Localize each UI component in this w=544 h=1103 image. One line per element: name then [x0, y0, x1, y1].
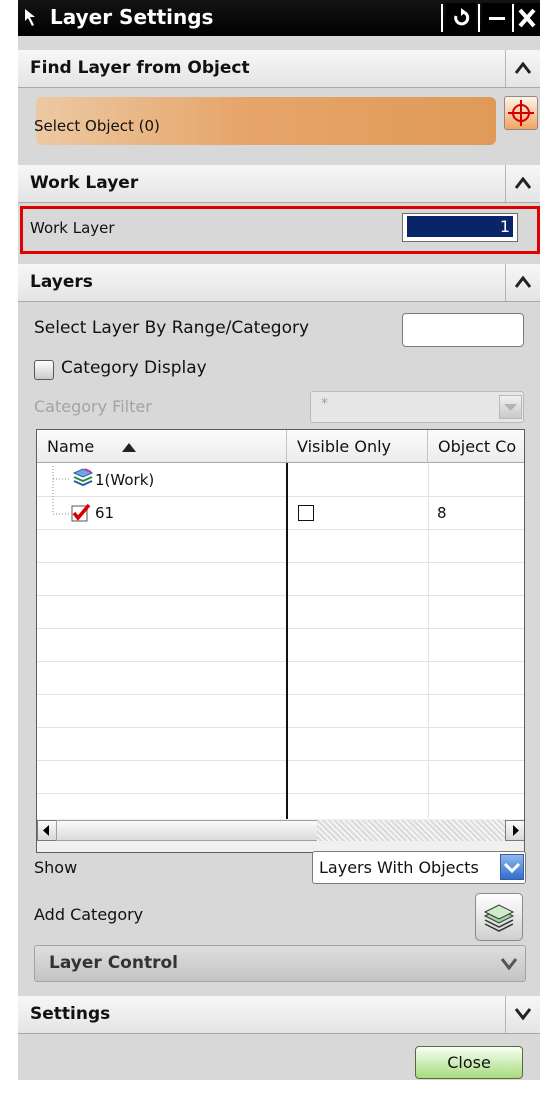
column-header-object-count[interactable]: Object Co: [428, 430, 524, 463]
horizontal-scrollbar[interactable]: [37, 819, 524, 852]
title-bar[interactable]: Layer Settings: [18, 0, 540, 36]
close-button[interactable]: Close: [415, 1046, 523, 1079]
section-title: Work Layer: [30, 173, 139, 193]
select-by-range-input[interactable]: [402, 313, 524, 347]
subsection-title: Layer Control: [49, 953, 178, 973]
scroll-left-button[interactable]: [37, 820, 57, 841]
window-title: Layer Settings: [50, 5, 214, 29]
layers-grid[interactable]: Name Visible Only Object Co 1(Work) 61 8: [36, 429, 525, 853]
section-title: Find Layer from Object: [30, 58, 250, 78]
crosshair-icon: [508, 100, 534, 126]
row-gridline: [37, 595, 524, 596]
table-row[interactable]: 61 8: [37, 496, 524, 529]
section-find-layer[interactable]: Find Layer from Object: [18, 50, 540, 88]
layer-stack-icon: [483, 904, 515, 932]
row-gridline: [37, 562, 524, 563]
row-gridline: [37, 793, 524, 794]
show-value: Layers With Objects: [319, 858, 479, 877]
row-gridline: [37, 694, 524, 695]
arrow-left-icon: [43, 825, 49, 836]
select-by-range-label: Select Layer By Range/Category: [34, 318, 310, 338]
section-settings[interactable]: Settings: [18, 996, 540, 1034]
work-layer-label: Work Layer: [30, 219, 115, 237]
row-gridline: [37, 628, 524, 629]
title-separator: [478, 4, 480, 32]
section-layers[interactable]: Layers: [18, 264, 540, 302]
column-header-visible-only[interactable]: Visible Only: [287, 430, 428, 463]
table-row[interactable]: 1(Work): [37, 463, 524, 496]
expand-toggle[interactable]: [505, 996, 540, 1033]
reset-icon: [454, 8, 470, 26]
column-divider: [286, 463, 288, 819]
show-dropdown-button[interactable]: [500, 854, 524, 880]
chevron-down-icon: [503, 862, 521, 874]
chevron-up-icon: [515, 62, 531, 74]
layer-name: 1(Work): [95, 471, 155, 489]
chevron-up-icon: [515, 276, 531, 288]
checked-checkbox-icon[interactable]: [71, 503, 91, 523]
layer-settings-dialog: Layer Settings Find Layer from Object Se…: [18, 0, 540, 1080]
layer-name: 61: [95, 504, 115, 522]
object-count: 8: [437, 504, 447, 522]
collapse-toggle[interactable]: [505, 264, 540, 301]
cursor-arrow-icon: [25, 9, 35, 26]
minimize-button[interactable]: [482, 3, 512, 33]
row-gridline: [37, 727, 524, 728]
scroll-track[interactable]: [317, 820, 505, 841]
section-title: Layers: [30, 272, 93, 292]
close-window-button[interactable]: [514, 3, 540, 33]
visible-only-checkbox[interactable]: [298, 505, 314, 521]
collapse-toggle[interactable]: [505, 50, 540, 87]
col-gridline: [428, 496, 429, 819]
category-display-label: Category Display: [61, 358, 207, 378]
section-title: Settings: [30, 1004, 111, 1024]
arrow-right-icon: [513, 825, 519, 836]
row-gridline: [37, 529, 524, 530]
scroll-right-button[interactable]: [505, 820, 524, 841]
add-category-label: Add Category: [34, 905, 144, 924]
collapse-toggle[interactable]: [505, 165, 540, 202]
category-filter-combo: *: [310, 391, 524, 423]
subsection-layer-control[interactable]: Layer Control: [34, 945, 526, 982]
work-layer-value[interactable]: 1: [407, 216, 513, 237]
select-object-button[interactable]: [504, 96, 538, 130]
category-filter-label: Category Filter: [34, 397, 152, 416]
chevron-up-icon: [515, 177, 531, 189]
show-label: Show: [34, 858, 78, 877]
row-gridline: [37, 661, 524, 662]
reset-button[interactable]: [446, 3, 476, 33]
close-icon: [518, 8, 536, 28]
chevron-down-icon[interactable]: [501, 958, 517, 970]
work-layer-icon: [73, 468, 93, 487]
minimize-icon: [489, 17, 505, 20]
chevron-down-icon: [504, 404, 517, 411]
title-separator: [441, 4, 443, 32]
row-gridline: [37, 760, 524, 761]
column-header-label: Name: [47, 437, 95, 456]
sort-ascending-icon: [122, 443, 136, 452]
select-object-label: Select Object (0): [34, 117, 160, 135]
chevron-down-icon: [515, 1008, 531, 1020]
category-display-checkbox[interactable]: [34, 360, 54, 380]
show-combo[interactable]: Layers With Objects: [312, 851, 526, 884]
category-filter-value: *: [321, 396, 328, 412]
column-header-name[interactable]: Name: [37, 430, 287, 463]
category-filter-dropdown: [499, 395, 522, 419]
scroll-thumb[interactable]: [56, 820, 318, 841]
section-work-layer[interactable]: Work Layer: [18, 165, 540, 203]
add-category-button[interactable]: [475, 893, 523, 941]
